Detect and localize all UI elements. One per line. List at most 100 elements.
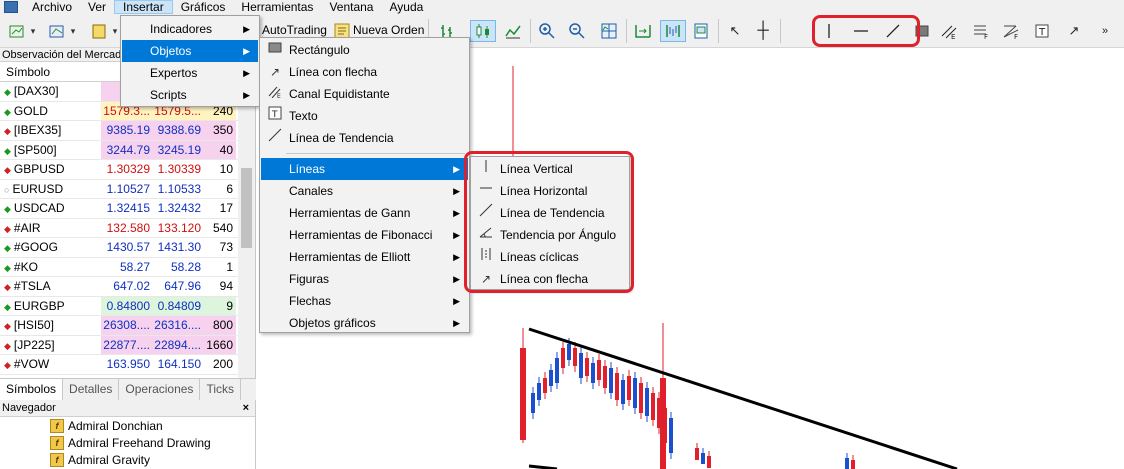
candle-body	[609, 368, 613, 393]
profiles-icon[interactable]	[46, 20, 68, 42]
callout-highlight	[464, 151, 634, 293]
candle-body	[597, 360, 601, 380]
bid-cell: 1.32415	[106, 201, 150, 215]
more-tools-icon[interactable]: »	[1094, 20, 1116, 42]
market-watch-scrollbar[interactable]	[238, 82, 255, 378]
templates-icon[interactable]	[690, 20, 712, 42]
menu-item-elliott[interactable]: Herramientas de Elliott ▶	[261, 246, 468, 268]
candle-body	[645, 388, 649, 416]
dropdown-arrow-icon[interactable]: ▾	[111, 20, 119, 42]
new-chart-icon[interactable]	[6, 20, 28, 42]
menu-item-label: Rectángulo	[289, 43, 350, 57]
price-down-icon: ◆	[4, 126, 11, 136]
market-watch-row[interactable]: ◆ #KO 58.27 58.28 1	[0, 258, 255, 277]
symbol-name: EURGBP	[13, 298, 65, 313]
menu-item-objetos[interactable]: Objetos ▶	[122, 40, 258, 62]
menu-item-rectangulo[interactable]: Rectángulo	[261, 39, 468, 61]
menu-item-expertos[interactable]: Expertos ▶	[122, 62, 258, 84]
symbol-cell: ◆ #TSLA	[0, 277, 101, 296]
zoom-in-icon[interactable]	[536, 20, 558, 42]
menu-item-texto[interactable]: T Texto	[261, 105, 468, 127]
toolbar-separator	[626, 19, 627, 43]
market-watch-row[interactable]: ◆ [JP225] 22877.... 22894.... 1660	[0, 335, 255, 355]
market-watch-row[interactable]: ○ EURUSD 1.10527 1.10533 6	[0, 180, 255, 199]
submenu-arrow-icon: ▶	[453, 318, 460, 328]
scrollbar-thumb[interactable]	[241, 168, 252, 248]
price-down-icon: ◆	[4, 223, 11, 234]
market-watch-row[interactable]: ◆ #TSLA 647.02 647.96 94	[0, 277, 255, 297]
close-icon[interactable]: ×	[243, 400, 249, 417]
menu-item-objetos-graficos[interactable]: Objetos gráficos ▶	[261, 312, 468, 334]
market-watch-row[interactable]: ◆ GBPUSD 1.30329 1.30339 10	[0, 160, 255, 180]
market-watch-row[interactable]: ◆ #GOOG 1430.57 1431.30 73	[0, 238, 255, 258]
tab-simbolos[interactable]: Símbolos	[0, 379, 64, 400]
channel-tool-icon[interactable]: E	[938, 20, 960, 42]
market-watch-row[interactable]: ◆ [HSI50] 26308.... 26316.... 800	[0, 316, 255, 336]
candlestick-chart-icon[interactable]	[470, 20, 496, 42]
price-down-icon: ◆	[4, 321, 11, 331]
dropdown-arrow-icon[interactable]: ▾	[28, 20, 38, 42]
text-tool-icon[interactable]: T	[1032, 20, 1052, 42]
arrow-line-icon: ↗	[269, 65, 281, 79]
svg-text:T: T	[1038, 27, 1046, 38]
symbol-name: #TSLA	[13, 279, 51, 293]
tab-operaciones[interactable]: Operaciones	[119, 379, 201, 400]
market-watch-row[interactable]: ◆ [SP500] 3244.79 3245.19 40	[0, 140, 255, 160]
zoom-out-icon[interactable]	[566, 20, 588, 42]
crosshair-icon[interactable]: ┼	[752, 20, 774, 42]
autotrading-button[interactable]: AutoTrading	[262, 23, 327, 37]
candle-body	[851, 460, 855, 469]
cursor-icon[interactable]: ↖	[724, 20, 746, 42]
spread-cell: 200	[212, 357, 233, 371]
market-watch-row[interactable]: ◆ EURGBP 0.84800 0.84809 9	[0, 296, 255, 316]
menu-item-indicadores[interactable]: Indicadores ▶	[122, 18, 258, 40]
symbol-cell: ◆ USDCAD	[0, 199, 101, 218]
tab-ticks[interactable]: Ticks	[200, 379, 241, 400]
menu-item-linea-flecha[interactable]: ↗ Línea con flecha	[261, 61, 468, 83]
menu-archivo[interactable]: Archivo	[24, 0, 80, 14]
candle-body	[651, 393, 655, 420]
candle-body	[579, 353, 583, 378]
menu-item-canal[interactable]: E Canal Equidistante	[261, 83, 468, 105]
menu-item-figuras[interactable]: Figuras ▶	[261, 268, 468, 290]
tab-detalles[interactable]: Detalles	[63, 379, 120, 400]
arrow-tool-icon[interactable]: ↗	[1064, 20, 1084, 42]
tile-windows-icon[interactable]	[598, 20, 620, 42]
menu-item-scripts[interactable]: Scripts ▶	[122, 84, 258, 106]
navigator-item[interactable]: f Admiral Freehand Drawing	[0, 434, 255, 451]
menu-item-flechas[interactable]: Flechas ▶	[261, 290, 468, 312]
market-watch-row[interactable]: ◆ [IBEX35] 9385.19 9388.69 350	[0, 121, 255, 141]
menu-insertar[interactable]: Insertar	[114, 0, 173, 14]
navigator-item[interactable]: f Admiral Donchian	[0, 417, 255, 434]
bid-cell: 1.30329	[106, 162, 150, 176]
menu-graficos[interactable]: Gráficos	[173, 0, 234, 14]
menu-item-fibonacci[interactable]: Herramientas de Fibonacci ▶	[261, 224, 468, 246]
menu-item-label: Línea con flecha	[289, 65, 378, 79]
menu-item-label: Texto	[289, 109, 318, 123]
fibo-fan-tool-icon[interactable]: F	[1000, 20, 1022, 42]
fibonacci-tool-icon[interactable]: F	[970, 20, 992, 42]
chart-shift-icon[interactable]	[632, 20, 654, 42]
auto-scroll-icon[interactable]	[660, 20, 686, 42]
market-watch-row[interactable]: ◆ #AIR 132.580 133.120 540	[0, 219, 255, 238]
candle-body	[555, 358, 559, 383]
market-watch-row[interactable]: ◆ #VOW 163.950 164.150 200	[0, 355, 255, 375]
navigator-item[interactable]: f Admiral Gravity	[0, 451, 255, 468]
symbol-cell: ◆ [IBEX35]	[0, 121, 101, 140]
menu-item-gann[interactable]: Herramientas de Gann ▶	[261, 202, 468, 224]
menu-ayuda[interactable]: Ayuda	[381, 0, 431, 14]
menu-item-canales[interactable]: Canales ▶	[261, 180, 468, 202]
bid-cell: 22877....	[101, 335, 152, 354]
menu-item-lineas[interactable]: Líneas ▶	[261, 158, 468, 180]
menu-ver[interactable]: Ver	[80, 0, 114, 14]
menu-herramientas[interactable]: Herramientas	[233, 0, 321, 14]
price-down-icon: ◆	[4, 360, 11, 370]
menu-item-tendencia[interactable]: Línea de Tendencia	[261, 127, 468, 149]
line-chart-icon[interactable]	[502, 20, 524, 42]
market-watch-row[interactable]: ◆ USDCAD 1.32415 1.32432 17	[0, 199, 255, 219]
new-order-button[interactable]: Nueva Orden	[353, 23, 424, 37]
market-watch-icon[interactable]	[88, 20, 110, 42]
ask-cell: 1431.30	[157, 240, 201, 254]
dropdown-arrow-icon[interactable]: ▾	[68, 20, 78, 42]
menu-ventana[interactable]: Ventana	[321, 0, 381, 14]
